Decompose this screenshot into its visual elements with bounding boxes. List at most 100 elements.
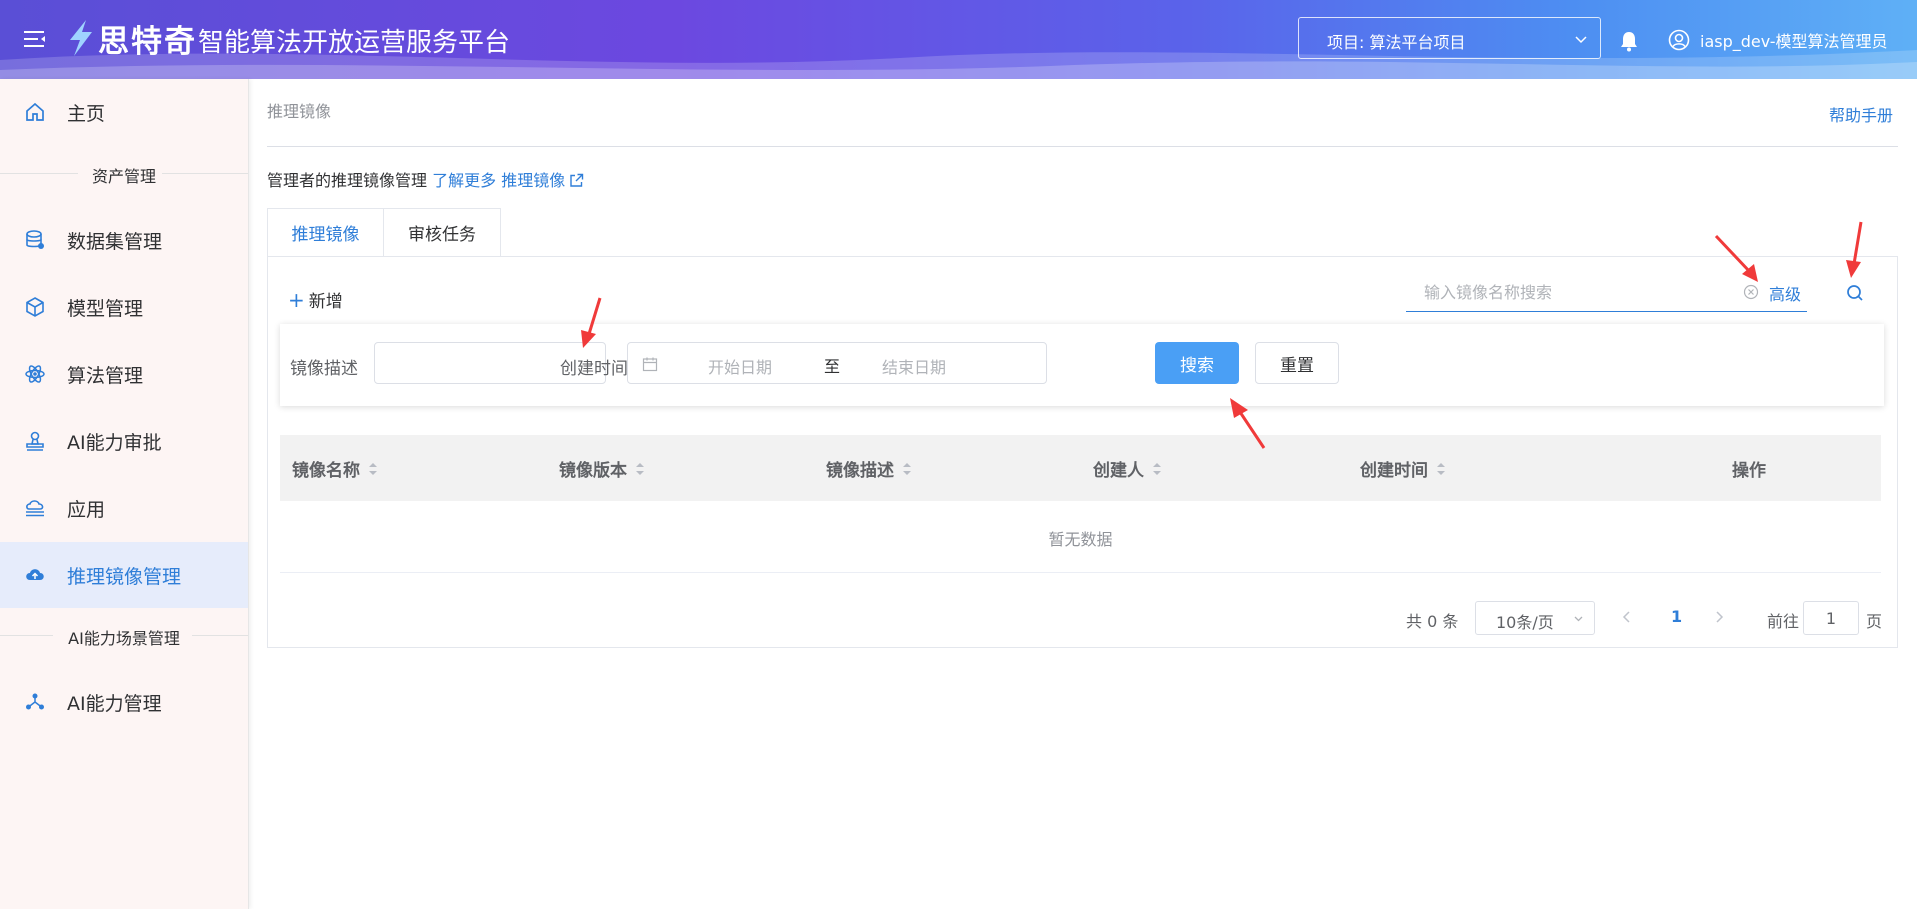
table-empty-row: 暂无数据	[280, 501, 1881, 573]
range-separator: 至	[824, 357, 841, 376]
page-size-select[interactable]: 10条/页	[1475, 601, 1595, 635]
date-range-picker[interactable]: 开始日期 至 结束日期	[627, 342, 1047, 384]
column-header-created-time[interactable]: 创建时间	[1360, 456, 1446, 481]
column-header-label: 创建人	[1093, 461, 1144, 481]
plus-icon: +	[288, 288, 305, 312]
advanced-search-link[interactable]: 高级	[1769, 281, 1801, 305]
sidebar-item-label: 应用	[67, 498, 106, 521]
cube-icon	[26, 297, 44, 317]
learn-more-link[interactable]: 了解更多 推理镜像	[432, 171, 584, 190]
database-icon	[26, 230, 44, 249]
column-header-image-name[interactable]: 镜像名称	[292, 456, 378, 481]
user-avatar-icon	[1668, 29, 1690, 51]
sort-caret-icon	[903, 462, 911, 475]
advanced-filter-box: 镜像描述 创建时间 开始日期 至 结束日期 搜索 重置	[280, 324, 1884, 406]
user-name: iasp_dev-模型算法管理员	[1700, 32, 1888, 51]
top-header: 思特奇 智能算法开放运营服务平台 项目: 算法平台项目 iasp_dev-模型算…	[0, 0, 1917, 79]
user-menu[interactable]: iasp_dev-模型算法管理员	[1668, 27, 1888, 53]
sort-caret-icon	[636, 462, 644, 475]
project-select-value: 项目: 算法平台项目	[1327, 33, 1466, 52]
sidebar-item-label: 数据集管理	[67, 230, 163, 253]
sidebar-item-algorithm[interactable]: 算法管理	[0, 341, 248, 407]
prev-page-icon[interactable]	[1621, 609, 1633, 625]
search-button[interactable]: 搜索	[1155, 342, 1239, 384]
sidebar-item-home[interactable]: 主页	[0, 79, 248, 145]
column-header-label: 镜像名称	[292, 461, 360, 481]
sort-caret-icon	[369, 462, 377, 475]
calendar-icon	[642, 357, 658, 372]
bell-icon[interactable]	[1619, 30, 1639, 52]
tab-review-task[interactable]: 审核任务	[384, 208, 501, 257]
page-description: 管理者的推理镜像管理 了解更多 推理镜像	[267, 167, 584, 191]
add-button-label: 新增	[308, 292, 343, 312]
search-icon[interactable]	[1845, 283, 1865, 303]
goto-page-input[interactable]: 1	[1803, 601, 1859, 635]
home-icon	[26, 102, 44, 121]
column-header-label: 创建时间	[1360, 461, 1428, 481]
sidebar-item-ai-capability[interactable]: AI能力管理	[0, 669, 248, 735]
description-text: 管理者的推理镜像管理	[267, 171, 428, 190]
external-link-icon	[570, 173, 584, 187]
sidebar: 主页 资产管理 数据集管理 模型管理 算法管理 AI能力审批 应用 推理镜像管理…	[0, 79, 249, 909]
sidebar-item-model[interactable]: 模型管理	[0, 274, 248, 340]
network-icon	[26, 693, 44, 710]
sidebar-item-label: 主页	[67, 102, 106, 125]
goto-label: 前往	[1767, 612, 1800, 631]
header-divider	[267, 146, 1898, 147]
next-page-icon[interactable]	[1713, 609, 1725, 625]
sidebar-item-dataset[interactable]: 数据集管理	[0, 207, 248, 273]
tab-bar: 推理镜像 审核任务	[267, 208, 501, 257]
learn-more-label: 了解更多 推理镜像	[432, 171, 566, 190]
sidebar-section-assets: 资产管理	[0, 163, 248, 186]
sidebar-item-ai-approval[interactable]: AI能力审批	[0, 408, 248, 474]
column-header-image-version[interactable]: 镜像版本	[559, 456, 645, 481]
sidebar-item-label: 算法管理	[67, 364, 144, 387]
cloud-upload-icon	[26, 569, 44, 580]
menu-toggle-icon[interactable]	[24, 29, 46, 49]
column-header-actions: 操作	[1732, 456, 1766, 481]
annotation-arrow-advanced	[1714, 234, 1758, 282]
chevron-down-icon	[1575, 36, 1587, 44]
breadcrumb: 推理镜像	[267, 102, 332, 121]
sidebar-item-inference-image[interactable]: 推理镜像管理	[0, 542, 248, 608]
annotation-arrow-search-icon	[1846, 221, 1863, 278]
tab-panel: +新增 高级 镜像描述 创建时间 开始日期 至 结束日期 搜索 重置 镜像名称	[267, 256, 1898, 648]
sidebar-item-label: 模型管理	[67, 297, 144, 320]
page-unit-label: 页	[1866, 612, 1883, 631]
logo-icon	[70, 20, 92, 56]
stamp-icon	[26, 431, 44, 451]
help-manual-link[interactable]: 帮助手册	[1829, 102, 1893, 126]
add-button[interactable]: + 新增	[288, 287, 343, 312]
empty-data-text: 暂无数据	[1048, 530, 1113, 549]
image-description-label: 镜像描述	[290, 359, 358, 379]
annotation-arrow-search-button	[1230, 398, 1266, 449]
column-header-creator[interactable]: 创建人	[1093, 456, 1162, 481]
reset-button[interactable]: 重置	[1255, 342, 1339, 384]
column-header-image-description[interactable]: 镜像描述	[826, 456, 912, 481]
chevron-down-icon	[1574, 616, 1583, 622]
table-header: 镜像名称 镜像版本 镜像描述 创建人 创建时间 操作	[280, 435, 1881, 501]
annotation-arrow-description-field	[581, 297, 602, 348]
column-header-label: 操作	[1732, 461, 1766, 481]
tab-inference-image[interactable]: 推理镜像	[267, 208, 384, 257]
sort-caret-icon	[1437, 462, 1445, 475]
sort-caret-icon	[1153, 462, 1161, 475]
page-size-value: 10条/页	[1496, 613, 1554, 632]
sidebar-item-label: AI能力管理	[67, 692, 162, 715]
logo-text: 思特奇	[98, 24, 197, 60]
created-time-label: 创建时间	[560, 359, 628, 379]
sidebar-item-label: 推理镜像管理	[67, 565, 182, 588]
sidebar-section-scene: AI能力场景管理	[0, 625, 248, 648]
cloud-stack-icon	[26, 500, 44, 517]
project-select[interactable]: 项目: 算法平台项目	[1298, 17, 1601, 59]
sidebar-item-label: AI能力审批	[67, 431, 162, 454]
column-header-label: 镜像描述	[826, 461, 894, 481]
column-header-label: 镜像版本	[559, 461, 627, 481]
start-date-placeholder: 开始日期	[708, 358, 773, 377]
atom-icon	[25, 365, 45, 383]
app-title: 智能算法开放运营服务平台	[198, 28, 511, 58]
page-number-current[interactable]: 1	[1671, 607, 1682, 626]
sidebar-item-application[interactable]: 应用	[0, 475, 248, 541]
end-date-placeholder: 结束日期	[882, 358, 947, 377]
pagination-total: 共 0 条	[1406, 612, 1459, 631]
